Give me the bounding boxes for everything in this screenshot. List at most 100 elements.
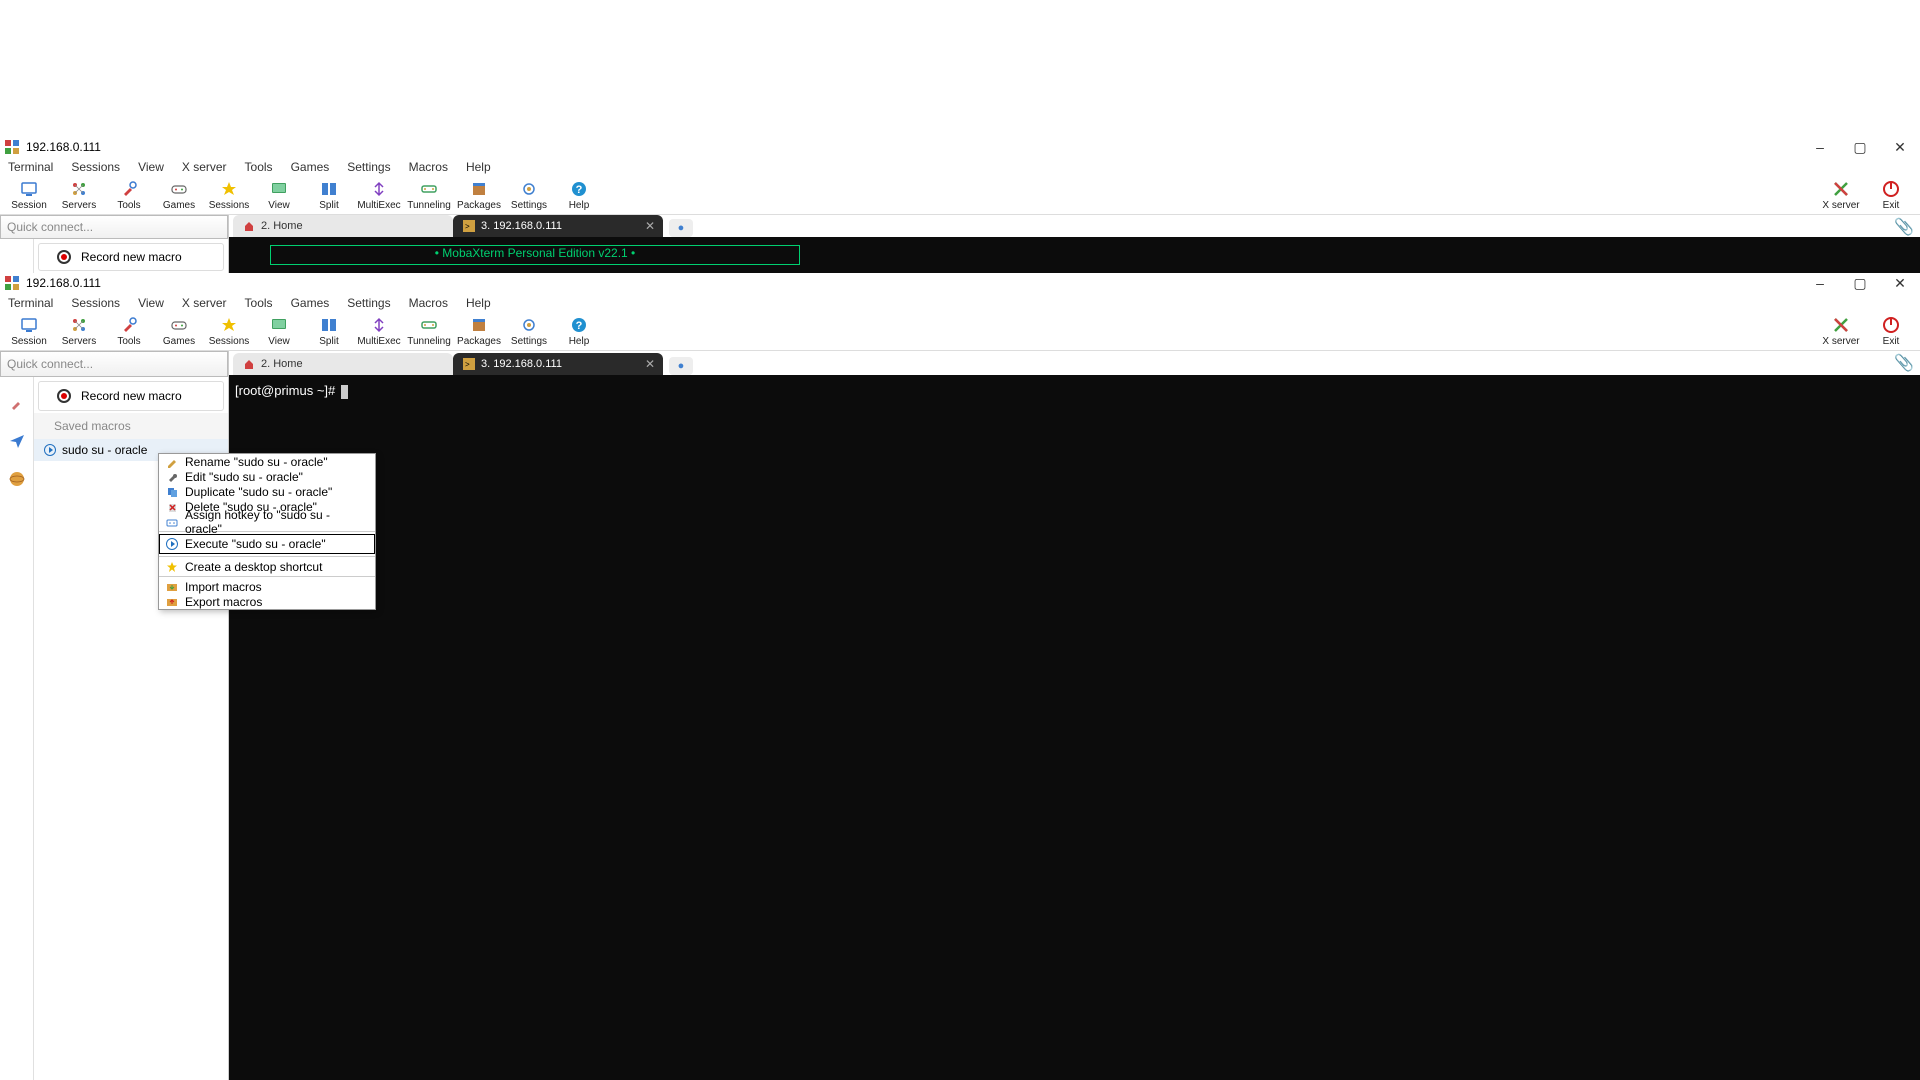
tb-sessions[interactable]: Sessions <box>204 180 254 211</box>
close-button[interactable]: ✕ <box>1892 139 1908 155</box>
cm-rename[interactable]: Rename "sudo su - oracle" <box>159 454 375 469</box>
tb-settings[interactable]: Settings <box>504 180 554 211</box>
tab-add-button[interactable]: ● <box>669 357 693 375</box>
tb-servers[interactable]: Servers <box>54 316 104 347</box>
app-icon <box>4 139 20 155</box>
tb-sessions[interactable]: Sessions <box>204 316 254 347</box>
menu-macros[interactable]: Macros <box>405 295 452 311</box>
mobaxterm-window-2: 192.168.0.111 – ▢ ✕ Terminal Sessions Vi… <box>0 273 1920 1080</box>
tb-multiexec[interactable]: MultiExec <box>354 180 404 211</box>
folder-import-icon <box>165 580 179 594</box>
tb-tools[interactable]: Tools <box>104 316 154 347</box>
send-icon[interactable] <box>7 431 27 451</box>
menu-sessions[interactable]: Sessions <box>67 159 124 175</box>
tb-split[interactable]: Split <box>304 180 354 211</box>
menu-tools[interactable]: Tools <box>241 159 277 175</box>
tb-settings[interactable]: Settings <box>504 316 554 347</box>
menu-games[interactable]: Games <box>287 159 334 175</box>
tab-session[interactable]: > 3. 192.168.0.111 ✕ <box>453 215 663 237</box>
menu-settings[interactable]: Settings <box>343 159 394 175</box>
paperclip-icon[interactable]: 📎 <box>1894 353 1914 373</box>
tab-session[interactable]: > 3. 192.168.0.111 ✕ <box>453 353 663 375</box>
tb-tools[interactable]: Tools <box>104 180 154 211</box>
toolbar: Session Servers Tools Games Sessions Vie… <box>0 313 1920 351</box>
tb-view[interactable]: View <box>254 180 304 211</box>
minimize-button[interactable]: – <box>1812 275 1828 291</box>
menu-help[interactable]: Help <box>462 295 495 311</box>
cm-execute[interactable]: Execute "sudo su - oracle" <box>159 534 375 554</box>
tb-tunneling[interactable]: Tunneling <box>404 180 454 211</box>
cm-shortcut[interactable]: Create a desktop shortcut <box>159 559 375 574</box>
maximize-button[interactable]: ▢ <box>1852 139 1868 155</box>
tb-packages[interactable]: Packages <box>454 180 504 211</box>
svg-text:>: > <box>465 222 470 231</box>
tb-games[interactable]: Games <box>154 180 204 211</box>
tb-multiexec[interactable]: MultiExec <box>354 316 404 347</box>
execute-icon <box>165 537 179 551</box>
menu-macros[interactable]: Macros <box>405 159 452 175</box>
menu-xserver[interactable]: X server <box>178 159 231 175</box>
paperclip-icon[interactable]: 📎 <box>1894 217 1914 237</box>
terminal-icon: > <box>463 358 475 370</box>
tb-xserver[interactable]: X server <box>1816 180 1866 211</box>
tab-bar: 2. Home > 3. 192.168.0.111 ✕ ● 📎 <box>229 351 1920 375</box>
menu-terminal[interactable]: Terminal <box>4 295 57 311</box>
globe-icon[interactable] <box>7 469 27 489</box>
pencil-icon <box>165 455 179 469</box>
cm-import[interactable]: Import macros <box>159 579 375 594</box>
tb-exit[interactable]: Exit <box>1866 180 1916 211</box>
cm-duplicate[interactable]: Duplicate "sudo su - oracle" <box>159 484 375 499</box>
tb-view[interactable]: View <box>254 316 304 347</box>
tab-home[interactable]: 2. Home <box>233 215 453 237</box>
quick-connect-input[interactable]: Quick connect... <box>0 215 228 239</box>
menu-help[interactable]: Help <box>462 159 495 175</box>
tab-home[interactable]: 2. Home <box>233 353 453 375</box>
cm-export[interactable]: Export macros <box>159 594 375 609</box>
tb-exit[interactable]: Exit <box>1866 316 1916 347</box>
tb-help[interactable]: ?Help <box>554 180 604 211</box>
tb-help[interactable]: ?Help <box>554 316 604 347</box>
menu-view[interactable]: View <box>134 295 168 311</box>
terminal-banner: • MobaXterm Personal Edition v22.1 • <box>270 245 800 265</box>
tab-close-icon[interactable]: ✕ <box>645 357 655 371</box>
tb-games[interactable]: Games <box>154 316 204 347</box>
cm-edit[interactable]: Edit "sudo su - oracle" <box>159 469 375 484</box>
window-title: 192.168.0.111 <box>26 276 1812 290</box>
svg-text:?: ? <box>576 184 583 196</box>
tb-split[interactable]: Split <box>304 316 354 347</box>
tab-add-button[interactable]: ● <box>669 219 693 237</box>
home-icon <box>243 220 255 232</box>
terminal-cursor <box>341 385 348 399</box>
tb-tunneling[interactable]: Tunneling <box>404 316 454 347</box>
macro-context-menu: Rename "sudo su - oracle" Edit "sudo su … <box>158 453 376 610</box>
tools-tab-icon[interactable] <box>7 393 27 413</box>
tb-xserver[interactable]: X server <box>1816 316 1866 347</box>
menu-tools[interactable]: Tools <box>241 295 277 311</box>
record-icon <box>57 250 71 264</box>
menu-sessions[interactable]: Sessions <box>67 295 124 311</box>
macro-item-label: sudo su - oracle <box>62 443 147 457</box>
tb-session[interactable]: Session <box>4 316 54 347</box>
menu-terminal[interactable]: Terminal <box>4 159 57 175</box>
menu-xserver[interactable]: X server <box>178 295 231 311</box>
record-icon <box>57 389 71 403</box>
menu-bar: Terminal Sessions View X server Tools Ga… <box>0 293 1920 313</box>
tb-servers[interactable]: Servers <box>54 180 104 211</box>
close-button[interactable]: ✕ <box>1892 275 1908 291</box>
record-macro-button[interactable]: Record new macro <box>38 381 224 411</box>
record-macro-button[interactable]: Record new macro <box>38 243 224 271</box>
tb-session[interactable]: Session <box>4 180 54 211</box>
terminal-1[interactable]: • MobaXterm Personal Edition v22.1 • <box>229 237 1920 273</box>
cm-hotkey[interactable]: Assign hotkey to "sudo su - oracle" <box>159 514 375 529</box>
saved-macros-header: Saved macros <box>34 413 228 439</box>
terminal-2[interactable]: [root@primus ~]# <box>229 375 1920 1080</box>
maximize-button[interactable]: ▢ <box>1852 275 1868 291</box>
tb-packages[interactable]: Packages <box>454 316 504 347</box>
menu-settings[interactable]: Settings <box>343 295 394 311</box>
menu-games[interactable]: Games <box>287 295 334 311</box>
minimize-button[interactable]: – <box>1812 139 1828 155</box>
quick-connect-input[interactable]: Quick connect... <box>0 351 228 377</box>
menu-view[interactable]: View <box>134 159 168 175</box>
left-panel: Quick connect... Record new macro <box>34 215 229 273</box>
tab-close-icon[interactable]: ✕ <box>645 219 655 233</box>
